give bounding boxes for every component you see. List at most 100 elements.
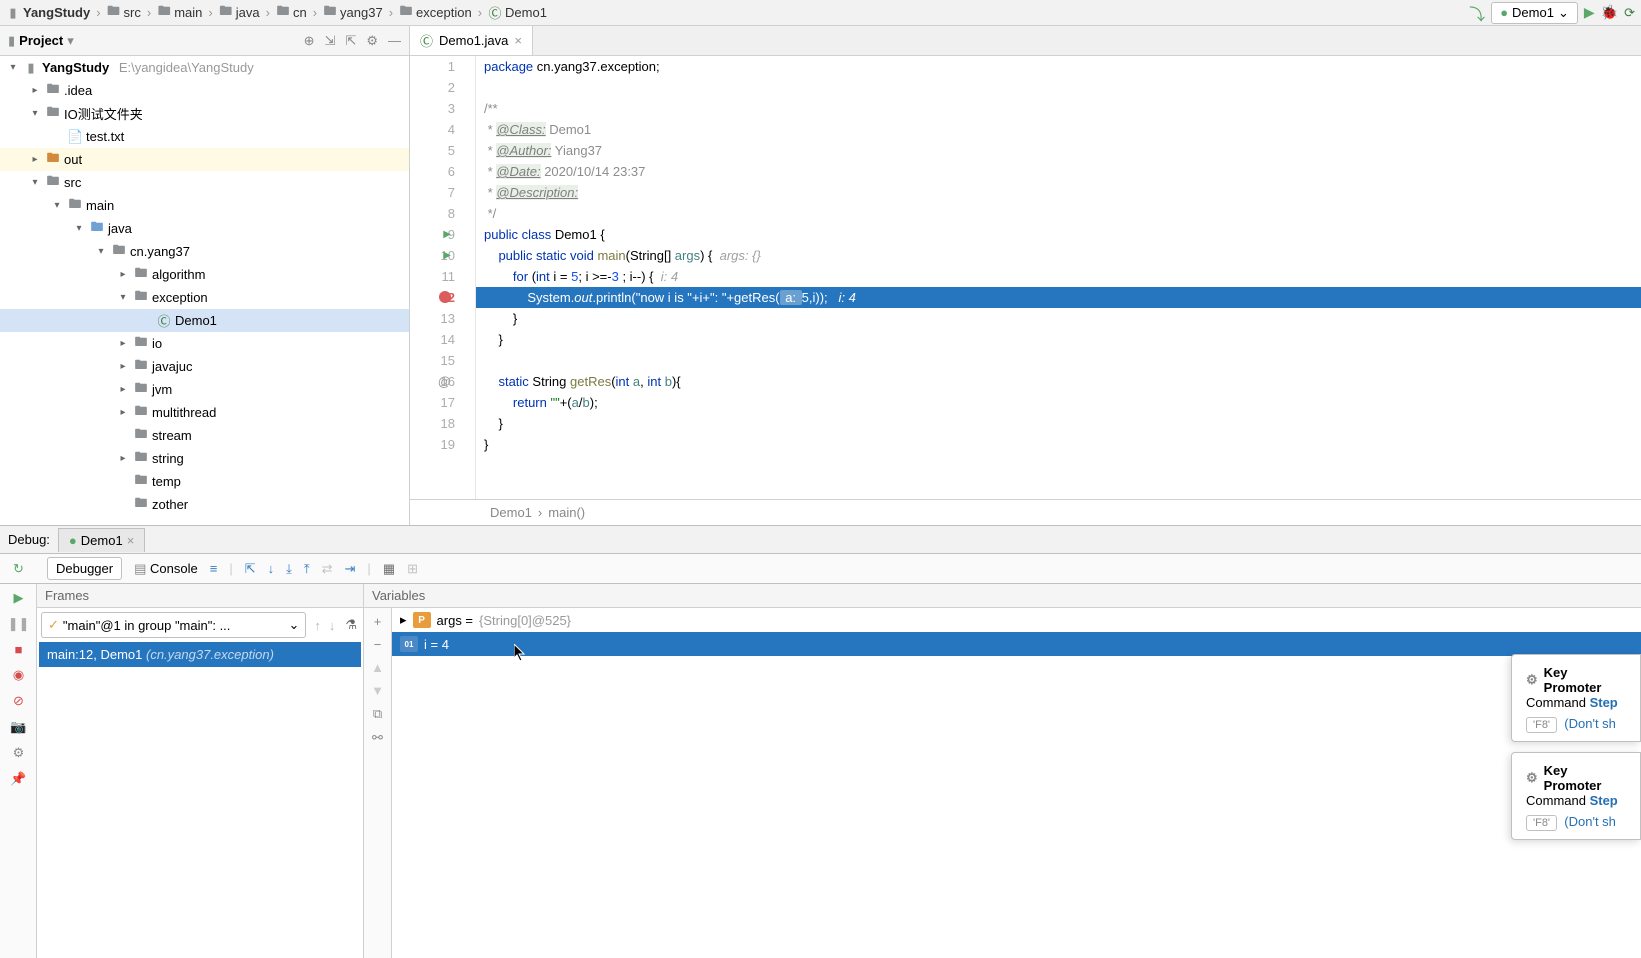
class-icon: Ⓒ: [488, 6, 502, 20]
tree-test-txt[interactable]: 📄test.txt: [0, 125, 409, 148]
tree-temp[interactable]: 🖿temp: [0, 470, 409, 493]
breadcrumb-root[interactable]: ▮ YangStudy: [6, 5, 90, 20]
crumb-method[interactable]: main(): [548, 505, 585, 520]
step-link[interactable]: Step: [1590, 793, 1618, 808]
run-button[interactable]: ▶: [1584, 4, 1595, 21]
variable-i[interactable]: 01 i = 4: [392, 632, 1641, 656]
camera-icon[interactable]: 📷: [10, 719, 26, 735]
tree-src[interactable]: ▾🖿src: [0, 171, 409, 194]
variables-list[interactable]: ▸ P args = {String[0]@525} 01 i = 4: [392, 608, 1641, 656]
folder-icon: 🖿: [399, 6, 413, 20]
tree-root[interactable]: ▾▮YangStudy E:\yangidea\YangStudy: [0, 56, 409, 79]
crumb-class[interactable]: Demo1: [490, 505, 532, 520]
pause-icon[interactable]: ❚❚: [8, 616, 30, 632]
tree-javajuc[interactable]: ▸🖿javajuc: [0, 355, 409, 378]
resume-icon[interactable]: ▶: [14, 590, 24, 606]
code-content[interactable]: package cn.yang37.exception; /** * @Clas…: [476, 56, 1641, 499]
vars-toolbar: + − ▲ ▼ ⧉ ⚯: [364, 608, 392, 958]
drop-frame-icon[interactable]: ⇄: [322, 561, 333, 577]
coverage-button[interactable]: ⟳: [1624, 5, 1635, 21]
tree-jvm[interactable]: ▸🖿jvm: [0, 378, 409, 401]
close-icon[interactable]: ×: [514, 33, 522, 48]
stack-frame[interactable]: main:12, Demo1 (cn.yang37.exception): [39, 642, 361, 667]
breadcrumb-exception[interactable]: 🖿exception: [399, 5, 472, 20]
editor-tab[interactable]: Ⓒ Demo1.java ×: [410, 26, 533, 55]
code-area[interactable]: 123 456 78 9▶ 10▶ 11 12 131415 16@ 17181…: [410, 56, 1641, 499]
folder-icon: 🖿: [157, 6, 171, 20]
build-icon[interactable]: ⤵: [1469, 1, 1485, 25]
stop-icon[interactable]: ■: [15, 642, 23, 657]
class-icon: Ⓒ: [420, 31, 433, 50]
tree-out[interactable]: ▸🖿out: [0, 148, 409, 171]
tree-stream[interactable]: 🖿stream: [0, 424, 409, 447]
evaluate-icon[interactable]: ▦: [383, 561, 395, 577]
rerun-icon[interactable]: ↻: [13, 561, 24, 576]
up-icon[interactable]: ▲: [371, 660, 384, 675]
step-out-icon[interactable]: ⤒: [304, 561, 310, 577]
locate-icon[interactable]: ⊕: [304, 33, 315, 49]
breadcrumb-demo1[interactable]: ⒸDemo1: [488, 5, 547, 20]
dont-show-link[interactable]: (Don't sh: [1564, 814, 1616, 829]
thread-selector[interactable]: ✓ "main"@1 in group "main": ... ⌄: [41, 612, 306, 638]
tree-zother[interactable]: 🖿zother: [0, 493, 409, 516]
tree-idea[interactable]: ▸🖿.idea: [0, 79, 409, 102]
breadcrumb-java[interactable]: 🖿java: [219, 5, 260, 20]
folder-icon: 🖿: [323, 6, 337, 20]
prev-frame-icon[interactable]: ↑: [310, 618, 325, 633]
console-tab[interactable]: ▤ Console: [134, 561, 198, 577]
breadcrumb-src[interactable]: 🖿src: [107, 5, 141, 20]
remove-watch-icon[interactable]: −: [374, 637, 382, 652]
step-over-icon[interactable]: ↓: [268, 561, 275, 576]
step-into-icon[interactable]: ⤓: [286, 561, 292, 577]
variable-args[interactable]: ▸ P args = {String[0]@525}: [392, 608, 1641, 632]
close-icon[interactable]: ×: [127, 533, 135, 548]
tree-multithread[interactable]: ▸🖿multithread: [0, 401, 409, 424]
tree-exception[interactable]: ▾🖿exception: [0, 286, 409, 309]
mute-breakpoints-icon[interactable]: ⊘: [13, 693, 24, 709]
project-tree[interactable]: ▾▮YangStudy E:\yangidea\YangStudy ▸🖿.ide…: [0, 56, 409, 525]
copy-icon[interactable]: ⧉: [373, 706, 382, 722]
debugger-tab[interactable]: Debugger: [47, 557, 122, 580]
expand-icon[interactable]: ⇲: [325, 33, 336, 49]
link-icon[interactable]: ⚯: [372, 730, 383, 746]
dont-show-link[interactable]: (Don't sh: [1564, 716, 1616, 731]
pin-icon[interactable]: 📌: [10, 771, 26, 787]
run-gutter-icon[interactable]: ▶: [443, 245, 451, 266]
threads-icon[interactable]: ≡: [210, 561, 218, 576]
key-promoter-popup-1: ⚙Key Promoter Command Step 'F8' (Don't s…: [1511, 654, 1641, 742]
show-execution-icon[interactable]: ⇱: [245, 561, 256, 577]
debug-button[interactable]: 🐞: [1601, 4, 1618, 21]
add-watch-icon[interactable]: +: [374, 614, 382, 629]
breadcrumb-cn[interactable]: 🖿cn: [276, 5, 307, 20]
tree-io-folder[interactable]: ▾🖿IO测试文件夹: [0, 102, 409, 125]
breakpoints-icon[interactable]: ◉: [13, 667, 24, 683]
project-title[interactable]: ▮ Project ▾: [8, 33, 304, 49]
breadcrumb-main[interactable]: 🖿main: [157, 5, 202, 20]
step-link[interactable]: Step: [1590, 695, 1618, 710]
trace-icon[interactable]: ⊞: [407, 561, 418, 577]
breakpoint-icon[interactable]: [439, 291, 451, 303]
tree-algorithm[interactable]: ▸🖿algorithm: [0, 263, 409, 286]
debug-session-tab[interactable]: ● Demo1 ×: [58, 528, 145, 552]
tree-io[interactable]: ▸🖿io: [0, 332, 409, 355]
breadcrumb-yang37[interactable]: 🖿yang37: [323, 5, 383, 20]
filter-icon[interactable]: ⚗: [339, 617, 363, 633]
tree-java[interactable]: ▾🖿java: [0, 217, 409, 240]
collapse-icon[interactable]: ⇱: [345, 33, 356, 49]
run-to-cursor-icon[interactable]: ⇥: [345, 561, 356, 577]
tree-demo1[interactable]: ⒸDemo1: [0, 309, 409, 332]
next-frame-icon[interactable]: ↓: [325, 618, 340, 633]
down-icon[interactable]: ▼: [371, 683, 384, 698]
editor-area: Ⓒ Demo1.java × 123 456 78 9▶ 10▶ 11 12 1…: [410, 26, 1641, 525]
tree-string[interactable]: ▸🖿string: [0, 447, 409, 470]
settings-icon[interactable]: ⚙: [13, 745, 25, 761]
settings-icon[interactable]: ⚙: [366, 33, 378, 49]
tree-main[interactable]: ▾🖿main: [0, 194, 409, 217]
folder-icon: 🖿: [276, 6, 290, 20]
run-config-selector[interactable]: ● Demo1 ⌄: [1491, 2, 1578, 24]
editor-breadcrumb: Demo1 › main(): [410, 499, 1641, 525]
gutter[interactable]: 123 456 78 9▶ 10▶ 11 12 131415 16@ 17181…: [410, 56, 476, 499]
run-gutter-icon[interactable]: ▶: [443, 224, 451, 245]
tree-cn-yang37[interactable]: ▾🖿cn.yang37: [0, 240, 409, 263]
hide-icon[interactable]: —: [388, 33, 401, 49]
